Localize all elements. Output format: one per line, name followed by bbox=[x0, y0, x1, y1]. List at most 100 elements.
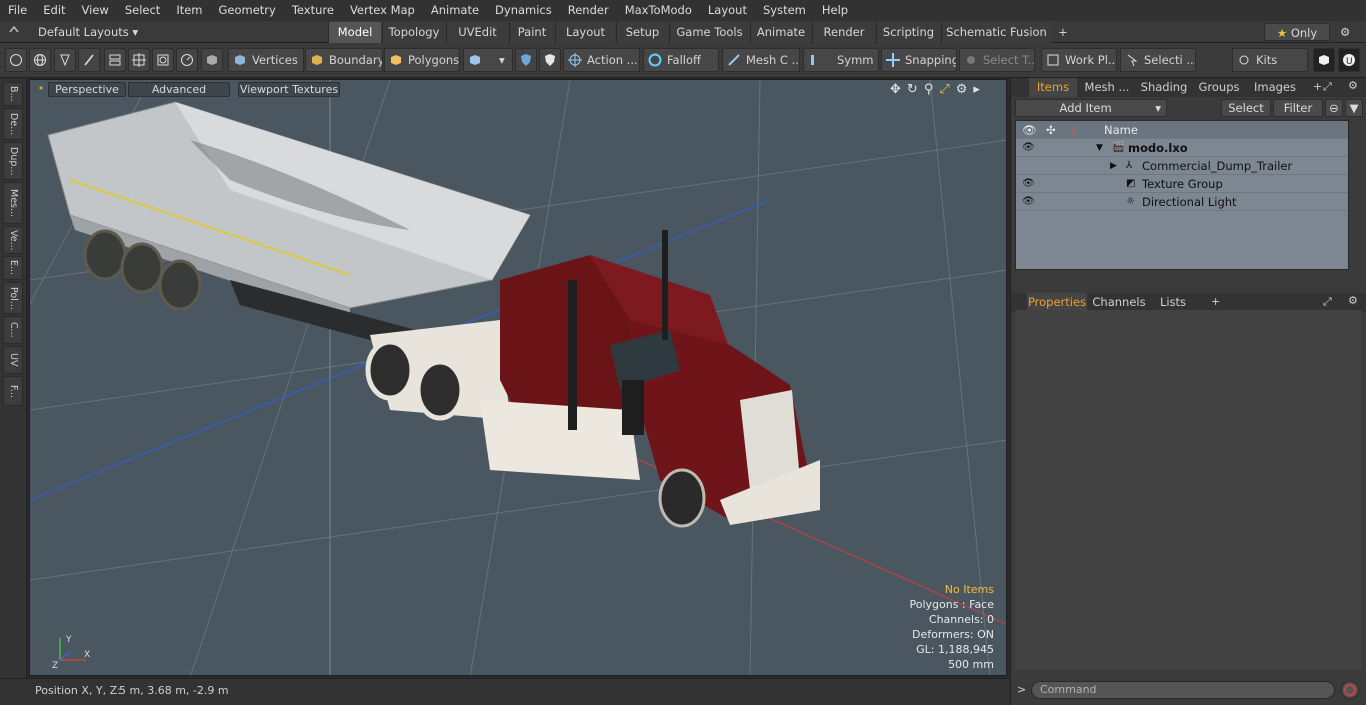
selection-sets-button[interactable]: Selecti ... bbox=[1120, 48, 1196, 72]
brush-icon[interactable] bbox=[78, 48, 100, 72]
rotate-view-icon[interactable]: ↻ bbox=[907, 82, 924, 97]
side-tab-3[interactable]: Mes... bbox=[3, 182, 23, 224]
mesh-constraint-button[interactable]: Mesh C ... bbox=[722, 48, 800, 72]
menu-item-file[interactable]: File bbox=[0, 0, 35, 21]
item-mode-icon[interactable] bbox=[201, 48, 223, 72]
perspective-button[interactable]: Perspective bbox=[48, 82, 126, 97]
menu-item-animate[interactable]: Animate bbox=[423, 0, 487, 21]
timer-icon[interactable] bbox=[176, 48, 198, 72]
add-tab-icon[interactable]: + bbox=[1053, 22, 1073, 43]
circle-select-icon[interactable] bbox=[5, 48, 27, 72]
viewport-gear-icon[interactable]: ⚙ bbox=[956, 82, 974, 97]
side-tab-7[interactable]: C... bbox=[3, 316, 23, 344]
item-row[interactable]: 👁 ◩ Texture Group bbox=[1016, 175, 1348, 193]
menu-item-view[interactable]: View bbox=[74, 0, 117, 21]
eye-icon[interactable]: 👁 bbox=[1022, 139, 1035, 157]
viewport-menu-dot[interactable]: • bbox=[36, 82, 46, 97]
command-input[interactable]: Command bbox=[1031, 681, 1335, 699]
menu-item-item[interactable]: Item bbox=[168, 0, 210, 21]
prop-expand-icon[interactable]: ⤢ bbox=[1323, 295, 1332, 309]
menu-item-layout[interactable]: Layout bbox=[700, 0, 755, 21]
shield-icon[interactable] bbox=[515, 48, 537, 72]
viewport-arrow-icon[interactable]: ▸ bbox=[973, 82, 986, 97]
vertices-button[interactable]: Vertices bbox=[228, 48, 304, 72]
item-row[interactable]: 👁 ▼ 🎬 modo.lxo bbox=[1016, 139, 1348, 157]
pen-icon[interactable] bbox=[54, 48, 76, 72]
right-tab-mesh[interactable]: Mesh ... bbox=[1081, 78, 1133, 97]
layout-gear-icon[interactable]: ⚙ bbox=[1340, 23, 1350, 41]
side-tab-5[interactable]: E... bbox=[3, 256, 23, 280]
menu-item-dynamics[interactable]: Dynamics bbox=[487, 0, 560, 21]
item-row[interactable]: ▶ ⅄ Commercial_Dump_Trailer bbox=[1016, 157, 1348, 175]
menu-item-texture[interactable]: Texture bbox=[284, 0, 342, 21]
falloff-button[interactable]: Falloff bbox=[643, 48, 719, 72]
tab-schematic-fusion[interactable]: Schematic Fusion bbox=[941, 22, 1051, 43]
polygons-button[interactable]: Polygons bbox=[384, 48, 460, 72]
right-tab-shading[interactable]: Shading bbox=[1137, 78, 1191, 97]
tab-scripting[interactable]: Scripting bbox=[876, 22, 940, 43]
box-icon[interactable] bbox=[152, 48, 174, 72]
eye-icon[interactable]: 👁 bbox=[1022, 175, 1035, 193]
unreal-icon[interactable]: U bbox=[1338, 48, 1360, 72]
grid-snap-icon[interactable] bbox=[128, 48, 150, 72]
menu-item-maxtomodo[interactable]: MaxToModo bbox=[617, 0, 700, 21]
viewport-textures-button[interactable]: Viewport Textures bbox=[238, 82, 340, 97]
side-tab-6[interactable]: Pol... bbox=[3, 282, 23, 314]
move-view-icon[interactable]: ✥ bbox=[890, 82, 907, 97]
tab-paint[interactable]: Paint bbox=[509, 22, 554, 43]
menu-item-help[interactable]: Help bbox=[814, 0, 856, 21]
material-mode-button[interactable]: ▾ bbox=[463, 48, 513, 72]
advanced-button[interactable]: Advanced bbox=[128, 82, 230, 97]
tab-setup[interactable]: Setup bbox=[616, 22, 668, 43]
tab-render[interactable]: Render bbox=[812, 22, 875, 43]
menu-item-geometry[interactable]: Geometry bbox=[211, 0, 284, 21]
kits-button[interactable]: Kits bbox=[1232, 48, 1308, 72]
right-tab-items[interactable]: Items bbox=[1029, 78, 1077, 97]
side-tab-1[interactable]: De... bbox=[3, 108, 23, 140]
add-prop-tab-icon[interactable]: + bbox=[1211, 295, 1220, 308]
add-item-button[interactable]: Add Item ▾ bbox=[1015, 99, 1167, 117]
item-row[interactable]: 👁 ☼ Directional Light bbox=[1016, 193, 1348, 211]
layout-grip-icon[interactable] bbox=[8, 23, 20, 41]
prop-gear-icon[interactable]: ⚙ bbox=[1348, 294, 1358, 307]
side-tab-0[interactable]: B... bbox=[3, 82, 23, 106]
select-button[interactable]: Select bbox=[1221, 99, 1271, 117]
shield-check-icon[interactable] bbox=[539, 48, 561, 72]
tab-model[interactable]: Model bbox=[328, 22, 381, 43]
workplane-button[interactable]: Work Pl... bbox=[1041, 48, 1117, 72]
right-tab-groups[interactable]: Groups bbox=[1193, 78, 1245, 97]
side-tab-4[interactable]: Ve... bbox=[3, 226, 23, 254]
globe-icon[interactable] bbox=[29, 48, 51, 72]
default-layouts-dropdown[interactable]: Default Layouts ▾ bbox=[38, 23, 138, 41]
collapse-arrow-icon[interactable]: ▼ bbox=[1096, 139, 1103, 157]
side-tab-8[interactable]: UV bbox=[3, 346, 23, 374]
tab-uvedit[interactable]: UVEdit bbox=[446, 22, 508, 43]
tab-topology[interactable]: Topology bbox=[382, 22, 445, 43]
menu-item-render[interactable]: Render bbox=[560, 0, 617, 21]
select-tool-button[interactable]: Select T... bbox=[959, 48, 1035, 72]
eye-icon[interactable]: 👁 bbox=[1022, 193, 1035, 211]
menu-item-edit[interactable]: Edit bbox=[35, 0, 73, 21]
tab-game-tools[interactable]: Game Tools bbox=[669, 22, 749, 43]
3d-viewport[interactable]: • Perspective Advanced Viewport Textures… bbox=[29, 79, 1007, 676]
record-icon[interactable] bbox=[1341, 681, 1359, 699]
name-column-header[interactable]: Name bbox=[1104, 121, 1138, 139]
menu-item-vertex-map[interactable]: Vertex Map bbox=[342, 0, 423, 21]
tab-animate[interactable]: Animate bbox=[750, 22, 811, 43]
side-tab-9[interactable]: F... bbox=[3, 376, 23, 406]
unity-icon[interactable] bbox=[1313, 48, 1335, 72]
menu-item-select[interactable]: Select bbox=[117, 0, 168, 21]
add-tab-icon[interactable]: + bbox=[1313, 80, 1322, 93]
menu-item-system[interactable]: System bbox=[755, 0, 814, 21]
tab-layout[interactable]: Layout bbox=[555, 22, 615, 43]
center-icon[interactable] bbox=[104, 48, 126, 72]
zoom-view-icon[interactable]: ⚲ bbox=[924, 82, 940, 97]
funnel-icon[interactable]: ▼ bbox=[1345, 99, 1363, 117]
filter-button[interactable]: Filter bbox=[1273, 99, 1323, 117]
expand-arrow-icon[interactable]: ▶ bbox=[1110, 157, 1117, 175]
snapping-button[interactable]: Snapping bbox=[881, 48, 957, 72]
action-center-button[interactable]: Action ... bbox=[563, 48, 640, 72]
boundary-button[interactable]: Boundary bbox=[305, 48, 383, 72]
panel-gear-icon[interactable]: ⚙ bbox=[1348, 79, 1358, 92]
right-tab-images[interactable]: Images bbox=[1247, 78, 1303, 97]
